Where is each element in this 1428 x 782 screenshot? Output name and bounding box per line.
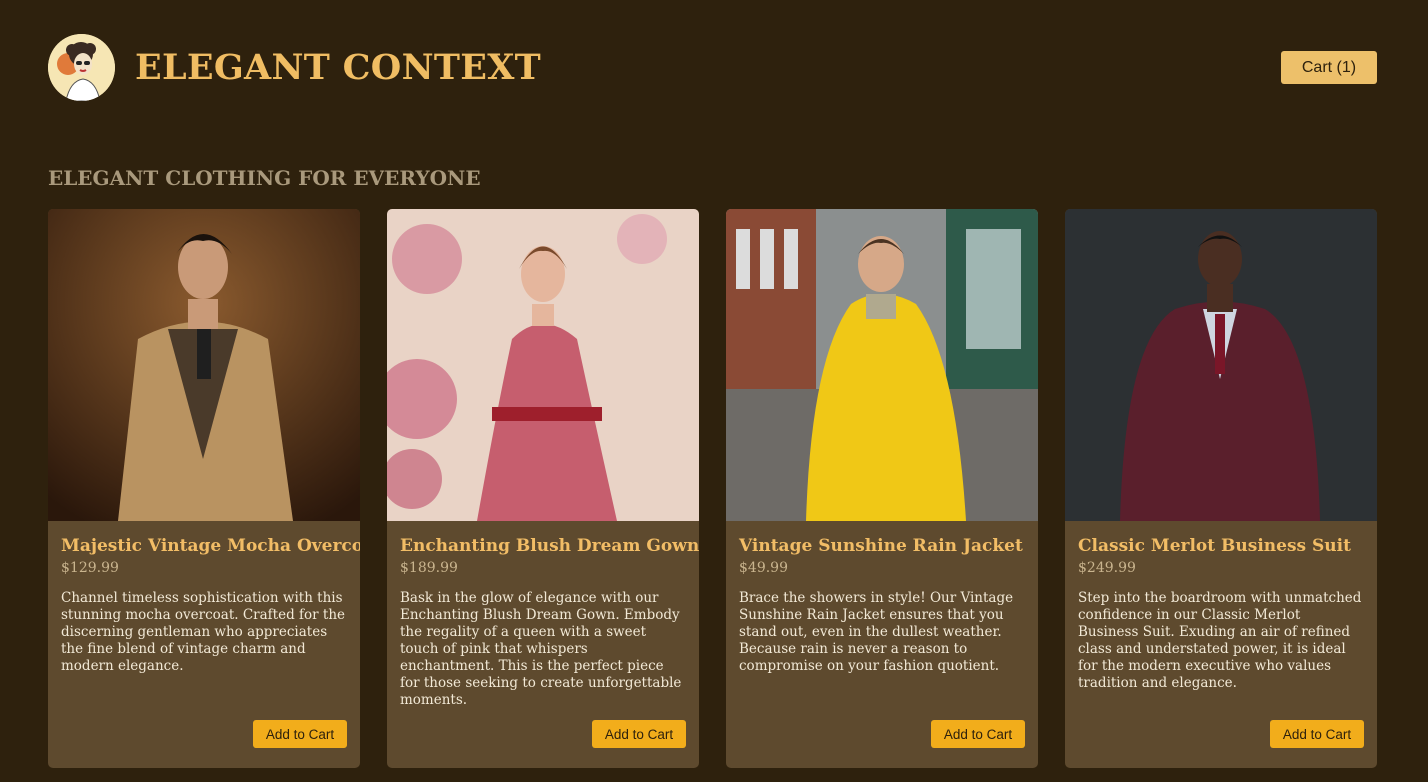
product-name: Vintage Sunshine Rain Jacket [739, 536, 1023, 556]
product-card: Vintage Sunshine Rain Jacket $49.99 Brac… [726, 209, 1038, 768]
add-to-cart-button[interactable]: Add to Cart [253, 720, 347, 748]
rain-jacket-photo [726, 209, 1038, 521]
product-description: Step into the boardroom with unmatched c… [1078, 590, 1362, 691]
site-header: ELEGANT CONTEXT Cart (1) [48, 34, 1377, 101]
logo-woman-portrait [48, 34, 115, 101]
product-description: Bask in the glow of elegance with our En… [400, 590, 682, 708]
product-price: $129.99 [61, 560, 119, 576]
add-to-cart-button[interactable]: Add to Cart [931, 720, 1025, 748]
business-suit-photo [1065, 209, 1377, 521]
product-name: Majestic Vintage Mocha Overcoat [61, 536, 360, 556]
product-grid: Majestic Vintage Mocha Overcoat $129.99 … [48, 209, 1377, 768]
product-description: Channel timeless sophistication with thi… [61, 590, 346, 674]
overcoat-photo [48, 209, 360, 521]
product-name: Classic Merlot Business Suit [1078, 536, 1351, 556]
add-to-cart-button[interactable]: Add to Cart [1270, 720, 1364, 748]
add-to-cart-button[interactable]: Add to Cart [592, 720, 686, 748]
product-name: Enchanting Blush Dream Gown [400, 536, 699, 556]
logo-avatar [48, 34, 115, 101]
brand-name: ELEGANT CONTEXT [135, 47, 541, 88]
product-card: Enchanting Blush Dream Gown $189.99 Bask… [387, 209, 699, 768]
product-price: $189.99 [400, 560, 458, 576]
product-price: $249.99 [1078, 560, 1136, 576]
cart-button[interactable]: Cart (1) [1281, 51, 1377, 84]
gown-photo [387, 209, 699, 521]
product-price: $49.99 [739, 560, 788, 576]
section-title: ELEGANT CLOTHING FOR EVERYONE [48, 166, 481, 190]
product-card: Majestic Vintage Mocha Overcoat $129.99 … [48, 209, 360, 768]
product-card: Classic Merlot Business Suit $249.99 Ste… [1065, 209, 1377, 768]
product-description: Brace the showers in style! Our Vintage … [739, 590, 1014, 674]
